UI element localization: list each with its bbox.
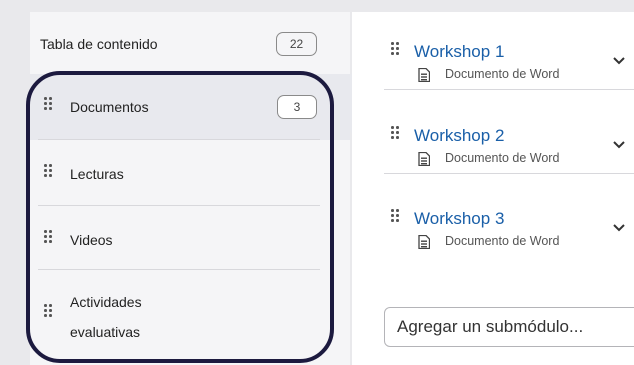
sidebar-item-label-line2: evaluativas — [70, 324, 141, 340]
toc-count-badge: 22 — [276, 32, 317, 56]
main-panel: Workshop 1 Documento de Word Workshop 2 … — [352, 12, 634, 365]
sidebar: Tabla de contenido 22 Documentos 3 Lectu… — [30, 12, 350, 365]
add-submodule-input[interactable]: Agregar un submódulo... — [384, 307, 634, 347]
sidebar-item-actividades-evaluativas[interactable]: Actividades evaluativas — [30, 270, 350, 365]
grip-icon[interactable] — [44, 304, 52, 320]
grip-icon[interactable] — [44, 230, 52, 246]
sidebar-item-label: Lecturas — [70, 166, 124, 182]
module-subtitle: Documento de Word — [445, 151, 560, 165]
divider — [384, 89, 634, 90]
chevron-down-icon[interactable] — [612, 140, 626, 150]
active-item-pointer — [338, 72, 352, 134]
grip-icon[interactable] — [391, 209, 399, 225]
table-of-contents-row[interactable]: Tabla de contenido 22 — [30, 12, 350, 74]
document-icon — [418, 68, 430, 82]
grip-icon[interactable] — [44, 164, 52, 180]
module-subtitle: Documento de Word — [445, 234, 560, 248]
module-workshop-3[interactable]: Workshop 3 Documento de Word — [384, 193, 634, 257]
item-count-badge: 3 — [277, 95, 317, 119]
document-icon — [418, 235, 430, 249]
module-title[interactable]: Workshop 3 — [414, 209, 504, 229]
sidebar-item-lecturas[interactable]: Lecturas — [30, 140, 350, 206]
sidebar-item-documentos[interactable]: Documentos 3 — [30, 74, 350, 140]
sidebar-item-videos[interactable]: Videos — [30, 206, 350, 270]
grip-icon[interactable] — [44, 97, 52, 113]
grip-icon[interactable] — [391, 42, 399, 58]
document-icon — [418, 152, 430, 166]
divider — [384, 173, 634, 174]
module-title[interactable]: Workshop 2 — [414, 126, 504, 146]
sidebar-item-label: Documentos — [70, 99, 149, 115]
toc-label: Tabla de contenido — [40, 36, 158, 52]
module-subtitle: Documento de Word — [445, 67, 560, 81]
grip-icon[interactable] — [391, 126, 399, 142]
sidebar-item-label: Videos — [70, 232, 113, 248]
module-workshop-1[interactable]: Workshop 1 Documento de Word — [384, 26, 634, 90]
module-workshop-2[interactable]: Workshop 2 Documento de Word — [384, 110, 634, 174]
chevron-down-icon[interactable] — [612, 223, 626, 233]
module-title[interactable]: Workshop 1 — [414, 42, 504, 62]
chevron-down-icon[interactable] — [612, 56, 626, 66]
sidebar-item-label-line1: Actividades — [70, 294, 142, 310]
